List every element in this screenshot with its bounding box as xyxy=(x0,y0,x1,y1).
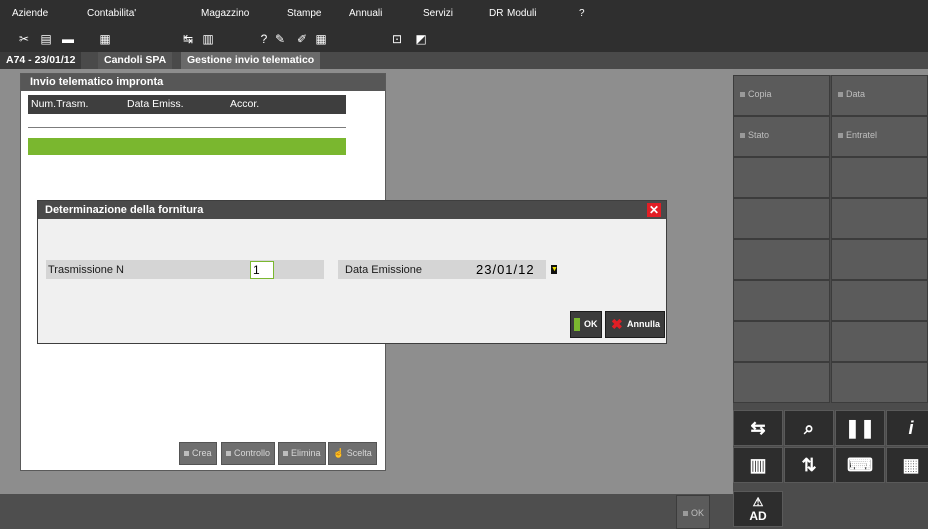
tab-context[interactable]: A74 - 23/01/12 xyxy=(0,52,82,69)
data-emissione-label: Data Emissione xyxy=(345,264,423,276)
trasmissione-label: Trasmissione N xyxy=(48,264,124,276)
ad-label: AD xyxy=(749,509,767,523)
dialog-title: Determinazione della fornitura xyxy=(38,201,666,219)
scissors-icon[interactable]: ✂ xyxy=(16,32,32,46)
ad-warning-button[interactable]: ⚠ AD xyxy=(733,491,783,527)
barcode-icon[interactable]: ▥ xyxy=(733,447,783,483)
transfer-icon[interactable]: ↹ xyxy=(180,32,196,46)
empty-button xyxy=(831,198,928,239)
crea-button[interactable]: Crea xyxy=(179,442,217,465)
export-icon[interactable]: ⇅ xyxy=(784,447,834,483)
empty-button xyxy=(831,280,928,321)
empty-button xyxy=(733,198,830,239)
entratel-button[interactable]: Entratel xyxy=(831,116,928,157)
bottom-bar xyxy=(0,494,733,529)
data-button[interactable]: Data xyxy=(831,75,928,116)
selected-row[interactable] xyxy=(28,138,346,155)
empty-button xyxy=(831,321,928,362)
printer-icon[interactable]: ▦ xyxy=(97,32,113,46)
frame-icon[interactable]: ◩ xyxy=(413,32,429,46)
menu-stampe[interactable]: Stampe xyxy=(287,8,321,19)
empty-button xyxy=(733,362,830,403)
pause-icon[interactable]: ❚❚ xyxy=(835,410,885,446)
data-emissione-input[interactable]: 23/01/12 xyxy=(476,261,556,279)
copia-button[interactable]: Copia xyxy=(733,75,830,116)
menu-servizi[interactable]: Servizi xyxy=(423,8,453,19)
left-window-title: Invio telematico impronta xyxy=(21,74,385,91)
hand-icon: ☝ xyxy=(333,448,345,458)
menu-contabilita[interactable]: Contabilita' xyxy=(87,8,136,19)
empty-button xyxy=(831,362,928,403)
menu-help[interactable]: ? xyxy=(579,8,585,19)
info-icon[interactable]: i xyxy=(886,410,928,446)
calculator-icon[interactable]: ▦ xyxy=(313,32,329,46)
keyboard-icon[interactable]: ⌨ xyxy=(835,447,885,483)
transfer-icon[interactable]: ⇆ xyxy=(733,410,783,446)
side-panel: Copia Data Stato Entratel ⇆ ⌕ ❚❚ i ▥ ⇅ ⌨… xyxy=(733,75,928,529)
column-data-emiss[interactable]: Data Emiss. xyxy=(127,98,184,110)
empty-button xyxy=(733,157,830,198)
folder-icon[interactable]: ▬ xyxy=(60,32,76,46)
trasmissione-input[interactable]: 1 xyxy=(250,261,274,279)
document-icon[interactable]: ▤ xyxy=(38,32,54,46)
cancel-button[interactable]: ✖ Annulla xyxy=(605,311,665,338)
scelta-button[interactable]: ☝ Scelta xyxy=(328,442,377,465)
menu-magazzino[interactable]: Magazzino xyxy=(201,8,249,19)
tab-strip: A74 - 23/01/12 Candoli SPA Gestione invi… xyxy=(0,52,928,69)
menu-moduli[interactable]: Moduli xyxy=(507,8,536,19)
warning-icon: ⚠ xyxy=(752,495,764,509)
link-icon[interactable]: ✎ xyxy=(272,32,288,46)
menu-bar: Aziende Contabilita' Magazzino Stampe An… xyxy=(0,0,928,52)
ok-button[interactable]: OK xyxy=(570,311,602,338)
empty-button xyxy=(831,239,928,280)
menu-dr[interactable]: DR xyxy=(489,8,503,19)
controllo-button[interactable]: Controllo xyxy=(221,442,276,465)
select-icon[interactable]: ⊡ xyxy=(389,32,405,46)
chevron-down-icon[interactable]: ▼ xyxy=(551,265,558,274)
close-icon[interactable]: ✕ xyxy=(647,203,661,217)
empty-button xyxy=(733,321,830,362)
tab-company[interactable]: Candoli SPA xyxy=(98,52,173,69)
menu-annuali[interactable]: Annuali xyxy=(349,8,382,19)
calendar-icon[interactable]: ▥ xyxy=(200,32,216,46)
table-header: Num.Trasm. Data Emiss. Accor. xyxy=(28,95,346,114)
dialog: Determinazione della fornitura ✕ Trasmis… xyxy=(37,200,667,344)
pencil-icon[interactable]: ✐ xyxy=(294,32,310,46)
elimina-button[interactable]: Elimina xyxy=(278,442,326,465)
help-icon[interactable]: ? xyxy=(256,32,272,46)
tab-module[interactable]: Gestione invio telematico xyxy=(181,52,321,69)
close-icon: ✖ xyxy=(611,316,623,332)
stato-button[interactable]: Stato xyxy=(733,116,830,157)
grid-icon[interactable]: ▦ xyxy=(886,447,928,483)
bottom-ok-button[interactable]: OK xyxy=(676,495,710,529)
empty-button xyxy=(831,157,928,198)
column-accor[interactable]: Accor. xyxy=(230,98,259,110)
column-num-trasm[interactable]: Num.Trasm. xyxy=(31,98,88,110)
empty-button xyxy=(733,239,830,280)
search-document-icon[interactable]: ⌕ xyxy=(784,410,834,446)
divider xyxy=(28,127,346,128)
menu-aziende[interactable]: Aziende xyxy=(12,8,48,19)
empty-button xyxy=(733,280,830,321)
